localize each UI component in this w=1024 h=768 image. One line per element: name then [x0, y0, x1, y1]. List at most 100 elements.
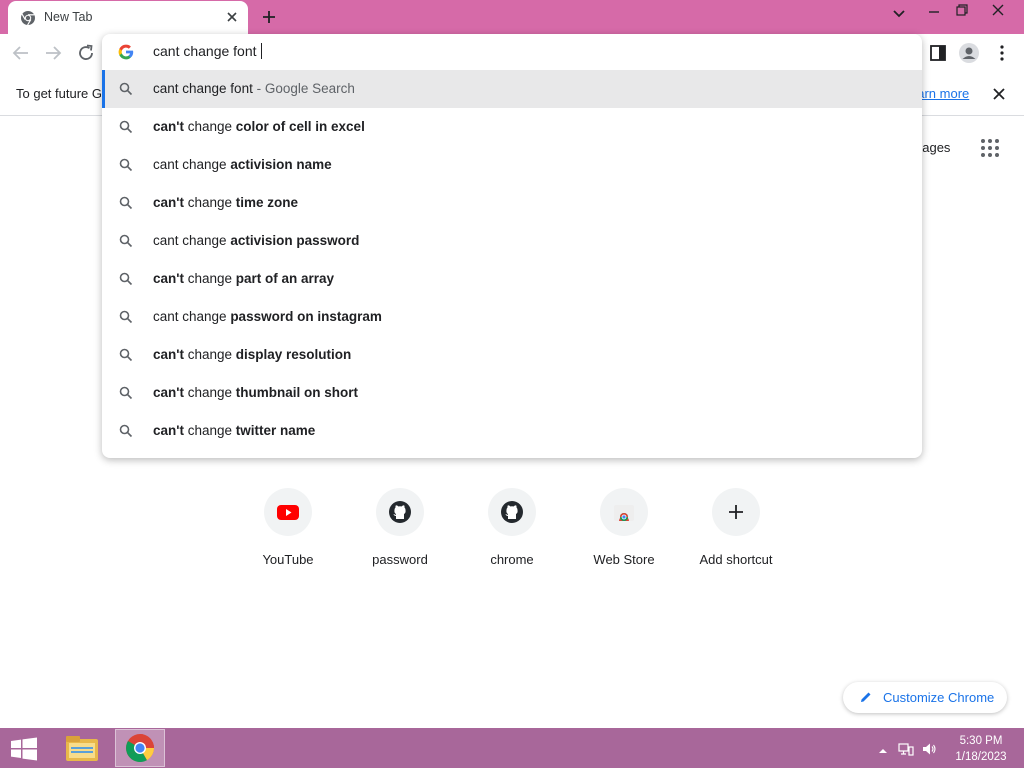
suggestion-bold-part: display resolution — [235, 347, 352, 362]
shortcut-label: password — [372, 552, 428, 567]
google-apps-grid-icon[interactable] — [979, 137, 1001, 159]
suggestion-plain-part: cant change — [153, 157, 231, 172]
github-icon — [389, 501, 411, 523]
shortcut-web-store[interactable]: Web Store — [568, 488, 680, 578]
forward-arrow-icon[interactable] — [42, 42, 64, 64]
search-icon — [119, 120, 133, 134]
customize-chrome-button[interactable]: Customize Chrome — [843, 682, 1007, 713]
pencil-icon — [861, 692, 871, 702]
shortcut-youtube[interactable]: YouTube — [232, 488, 344, 578]
tab-search-chevron-icon[interactable] — [887, 6, 911, 24]
suggestion-list: cant change font - Google Search can't ch… — [102, 70, 922, 450]
suggestion-plain-part: cant change — [153, 309, 231, 324]
suggestion-bold-part: activision name — [230, 157, 332, 172]
network-icon[interactable] — [898, 741, 914, 757]
suggestion-bold-part: password on instagram — [230, 309, 382, 324]
minimize-icon[interactable] — [922, 4, 946, 22]
search-icon — [119, 196, 133, 210]
suggestion-bold-part: color of cell in excel — [235, 119, 365, 134]
suggestion-text: cant change activision password — [153, 233, 359, 248]
omnibox-input[interactable]: cant change font — [153, 43, 262, 59]
taskbar-file-explorer[interactable] — [57, 729, 107, 767]
suggestion-plain-part: change — [183, 347, 236, 362]
suggestion-text: can't change display resolution — [153, 347, 351, 362]
shortcut-icon-circle — [264, 488, 312, 536]
suggestion-bold-part: thumbnail on short — [235, 385, 359, 400]
suggestion-plain-part: change — [183, 119, 236, 134]
youtube-icon — [277, 505, 299, 520]
reload-icon[interactable] — [75, 42, 97, 64]
chrome-icon — [126, 734, 154, 762]
tab-new-tab[interactable]: New Tab — [8, 1, 248, 34]
omnibox-text: cant change font — [153, 43, 257, 59]
volume-icon[interactable] — [921, 741, 937, 757]
omnibox-dropdown: cant change font cant change font - Goog… — [102, 34, 922, 458]
suggestion-item[interactable]: cant change password on instagram — [102, 298, 922, 336]
profile-avatar-icon[interactable] — [958, 42, 980, 64]
shortcut-icon-circle — [488, 488, 536, 536]
chrome-favicon-icon — [21, 11, 35, 26]
search-icon — [119, 310, 133, 324]
suggestion-text: cant change password on instagram — [153, 309, 382, 324]
shortcut-icon-circle — [376, 488, 424, 536]
shortcut-add[interactable]: Add shortcut — [680, 488, 792, 578]
suggestion-item[interactable]: can't change color of cell in excel — [102, 108, 922, 146]
file-explorer-icon — [66, 736, 98, 761]
suggestion-item[interactable]: can't change thumbnail on short — [102, 374, 922, 412]
tab-strip: New Tab — [0, 0, 1024, 34]
suggestion-plain-part: change — [183, 385, 236, 400]
tab-title: New Tab — [44, 10, 93, 24]
search-icon — [119, 386, 133, 400]
search-icon — [119, 272, 133, 286]
suggestion-bold-part: can't — [153, 385, 184, 400]
close-window-icon[interactable] — [986, 3, 1010, 21]
menu-kebab-icon[interactable] — [991, 42, 1013, 64]
suggestion-text: can't change twitter name — [153, 423, 315, 438]
suggestion-item[interactable]: can't change part of an array — [102, 260, 922, 298]
omnibox-input-row[interactable]: cant change font — [102, 34, 922, 70]
suggestion-bold-part: can't — [153, 119, 184, 134]
taskbar-chrome[interactable] — [115, 729, 165, 767]
suggestion-item[interactable]: cant change activision name — [102, 146, 922, 184]
suggestion-item[interactable]: can't change twitter name — [102, 412, 922, 450]
suggestion-bold-part: can't — [153, 195, 184, 210]
suggestion-suffix: - Google Search — [252, 81, 355, 96]
suggestion-plain-part: change — [183, 271, 236, 286]
suggestion-plain-part: change — [183, 423, 236, 438]
suggestion-text: can't change thumbnail on short — [153, 385, 358, 400]
new-tab-plus-icon[interactable] — [260, 8, 278, 26]
suggestion-bold-part: twitter name — [235, 423, 316, 438]
shortcut-label: YouTube — [262, 552, 314, 567]
shortcut-label: Add shortcut — [699, 552, 773, 567]
suggestion-plain-part: change — [183, 195, 236, 210]
show-hidden-icons-icon[interactable] — [875, 743, 891, 759]
suggestion-bold-part: part of an array — [235, 271, 335, 286]
shortcut-password[interactable]: password — [344, 488, 456, 578]
suggestion-bold-part: can't — [153, 423, 184, 438]
shortcut-label: Web Store — [593, 552, 655, 567]
suggestion-item[interactable]: can't change time zone — [102, 184, 922, 222]
plus-icon — [729, 505, 743, 519]
suggestion-bold-part: activision password — [230, 233, 360, 248]
suggestion-plain-part: cant change — [153, 233, 231, 248]
clock-date: 1/18/2023 — [955, 751, 1007, 763]
search-icon — [119, 82, 133, 96]
close-info-bar-icon[interactable] — [990, 85, 1008, 103]
clock-time: 5:30 PM — [959, 735, 1003, 747]
search-icon — [119, 234, 133, 248]
suggestion-bold-part: can't — [153, 271, 184, 286]
shortcut-icon-circle — [712, 488, 760, 536]
suggestion-item[interactable]: cant change activision password — [102, 222, 922, 260]
suggestion-item[interactable]: can't change display resolution — [102, 336, 922, 374]
suggestion-bold-part: time zone — [235, 195, 299, 210]
restore-icon[interactable] — [950, 3, 974, 21]
side-panel-icon[interactable] — [927, 42, 949, 64]
close-tab-icon[interactable] — [224, 9, 240, 25]
shortcut-label: chrome — [490, 552, 534, 567]
suggestion-bold-part: can't — [153, 347, 184, 362]
shortcut-chrome[interactable]: chrome — [456, 488, 568, 578]
suggestion-item[interactable]: cant change font - Google Search — [102, 70, 922, 108]
windows-start-icon[interactable] — [10, 737, 38, 761]
taskbar-clock[interactable]: 5:30 PM 1/18/2023 — [948, 733, 1014, 765]
back-arrow-icon[interactable] — [10, 42, 32, 64]
